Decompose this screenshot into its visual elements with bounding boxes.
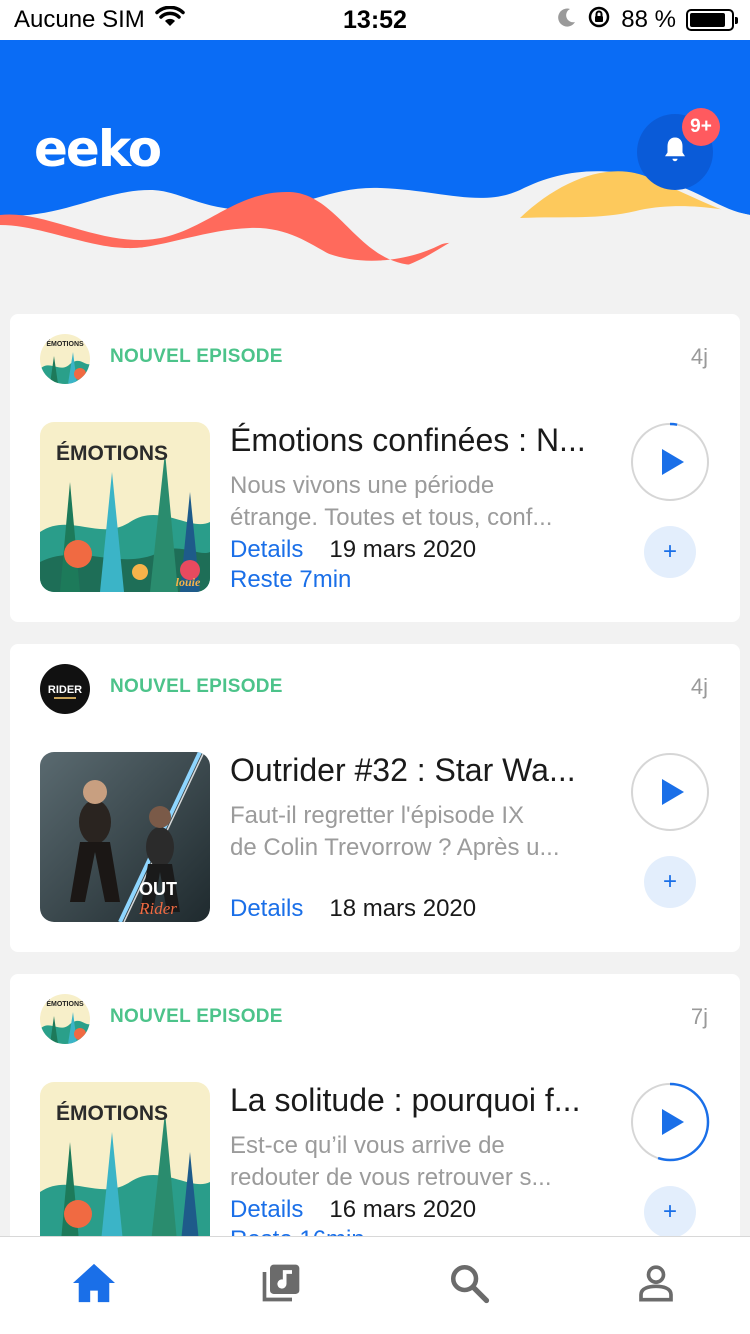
play-button[interactable]	[630, 752, 710, 832]
battery-level	[690, 13, 726, 27]
details-link[interactable]: Details	[230, 895, 303, 923]
card-header: ÉMOTIONS NOUVEL EPISODE 4j	[10, 314, 740, 404]
description-line: Est-ce qu’il vous arrive de	[230, 1132, 505, 1159]
episode-description: Faut-il regretter l'épisode IX de Colin …	[230, 800, 602, 864]
cover-title: ÉMOTIONS	[56, 442, 168, 465]
battery-icon	[686, 9, 738, 31]
battery-percent: 88 %	[621, 6, 676, 33]
cover-subtitle: louie	[176, 575, 201, 589]
avatar-label: RIDER	[48, 684, 82, 696]
cover-title: ÉMOTIONS	[56, 1102, 168, 1125]
moon-icon	[557, 6, 577, 34]
emotions-avatar[interactable]: ÉMOTIONS	[40, 994, 90, 1044]
rotation-lock-icon	[587, 5, 611, 36]
tab-profile[interactable]	[606, 1237, 706, 1334]
home-icon	[71, 1262, 117, 1309]
new-episode-label: NOUVEL EPISODE	[110, 346, 283, 367]
emotions-avatar[interactable]: ÉMOTIONS	[40, 334, 90, 384]
details-link[interactable]: Details	[230, 536, 303, 564]
plus-icon: +	[662, 1198, 677, 1225]
app-header: eeko 9+	[0, 40, 750, 280]
episode-title[interactable]: La solitude : pourquoi f...	[230, 1082, 600, 1119]
bell-icon	[660, 135, 690, 170]
episode-age: 7j	[690, 1004, 708, 1029]
search-icon	[448, 1262, 490, 1309]
description-line: de Colin Trevorrow ? Après u...	[230, 834, 560, 861]
episode-meta: Details 19 mars 2020	[230, 536, 476, 564]
episode-cover[interactable]: ÉMOTIONS	[40, 1082, 210, 1252]
add-to-queue-button[interactable]: +	[644, 526, 696, 578]
episode-date: 16 mars 2020	[329, 1196, 477, 1223]
episode-title[interactable]: Outrider #32 : Star Wa...	[230, 752, 600, 789]
episode-meta: Details 18 mars 2020	[230, 895, 476, 923]
cover-subtitle: Rider	[138, 899, 177, 918]
episode-card[interactable]: ÉMOTIONS NOUVEL EPISODE 4j ÉMOTIONS loui…	[10, 314, 740, 622]
tab-search[interactable]	[419, 1237, 519, 1334]
profile-icon	[636, 1263, 676, 1308]
episode-description: Est-ce qu’il vous arrive de redouter de …	[230, 1130, 602, 1194]
new-episode-label: NOUVEL EPISODE	[110, 676, 283, 697]
notification-badge: 9+	[682, 108, 720, 146]
status-bar: Aucune SIM 13:52 88 %	[0, 0, 750, 40]
add-to-queue-button[interactable]: +	[644, 1186, 696, 1238]
card-header: ÉMOTIONS NOUVEL EPISODE 7j	[10, 974, 740, 1064]
new-episode-label: NOUVEL EPISODE	[110, 1006, 283, 1027]
episode-title[interactable]: Émotions confinées : N...	[230, 422, 600, 459]
details-link[interactable]: Details	[230, 1196, 303, 1224]
episode-card[interactable]: RIDER NOUVEL EPISODE 4j OUT Rider Outrid…	[10, 644, 740, 952]
episode-cover[interactable]: ÉMOTIONS louie	[40, 422, 210, 592]
tab-home[interactable]	[44, 1237, 144, 1334]
description-line: Nous vivons une période	[230, 472, 495, 499]
carrier-label: Aucune SIM	[14, 6, 145, 33]
card-header: RIDER NOUVEL EPISODE 4j	[10, 644, 740, 734]
eeko-logo: eeko	[34, 120, 162, 178]
episode-description: Nous vivons une période étrange. Toutes …	[230, 470, 602, 534]
play-button[interactable]	[630, 1082, 710, 1162]
time-remaining: Reste 7min	[230, 566, 352, 593]
description-line: étrange. Toutes et tous, conf...	[230, 504, 553, 531]
svg-text:ÉMOTIONS: ÉMOTIONS	[46, 999, 84, 1008]
cover-title: OUT	[139, 879, 177, 899]
outrider-avatar[interactable]: RIDER	[40, 664, 90, 714]
svg-text:ÉMOTIONS: ÉMOTIONS	[46, 339, 84, 348]
description-line: Faut-il regretter l'épisode IX	[230, 802, 525, 829]
tab-library[interactable]	[231, 1237, 331, 1334]
wifi-icon	[154, 5, 185, 35]
episode-age: 4j	[690, 344, 708, 369]
play-button[interactable]	[630, 422, 710, 502]
episode-age: 4j	[690, 674, 708, 699]
episode-cover[interactable]: OUT Rider	[40, 752, 210, 922]
description-line: redouter de vous retrouver s...	[230, 1164, 552, 1191]
episode-meta: Details 16 mars 2020	[230, 1196, 476, 1224]
episode-date: 18 mars 2020	[329, 895, 477, 922]
plus-icon: +	[662, 538, 677, 565]
episode-date: 19 mars 2020	[329, 536, 477, 563]
bottom-tab-bar	[0, 1236, 750, 1334]
add-to-queue-button[interactable]: +	[644, 856, 696, 908]
library-music-icon	[259, 1261, 303, 1310]
plus-icon: +	[662, 868, 677, 895]
